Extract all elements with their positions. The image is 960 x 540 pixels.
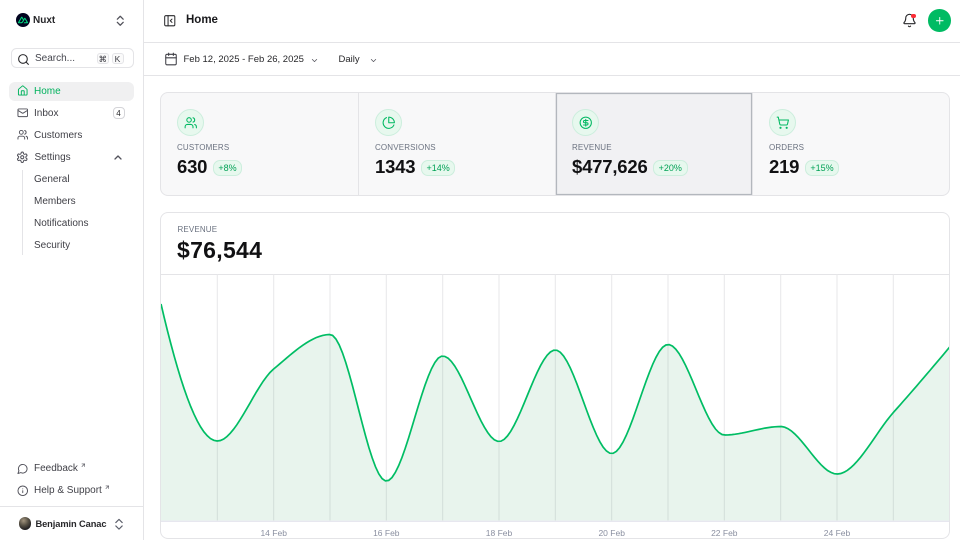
svg-text:14 Feb: 14 Feb [260,528,287,538]
svg-text:18 Feb: 18 Feb [486,528,513,538]
svg-text:22 Feb: 22 Feb [711,528,738,538]
svg-text:20 Feb: 20 Feb [598,528,625,538]
svg-text:24 Feb: 24 Feb [824,528,851,538]
svg-text:16 Feb: 16 Feb [373,528,400,538]
